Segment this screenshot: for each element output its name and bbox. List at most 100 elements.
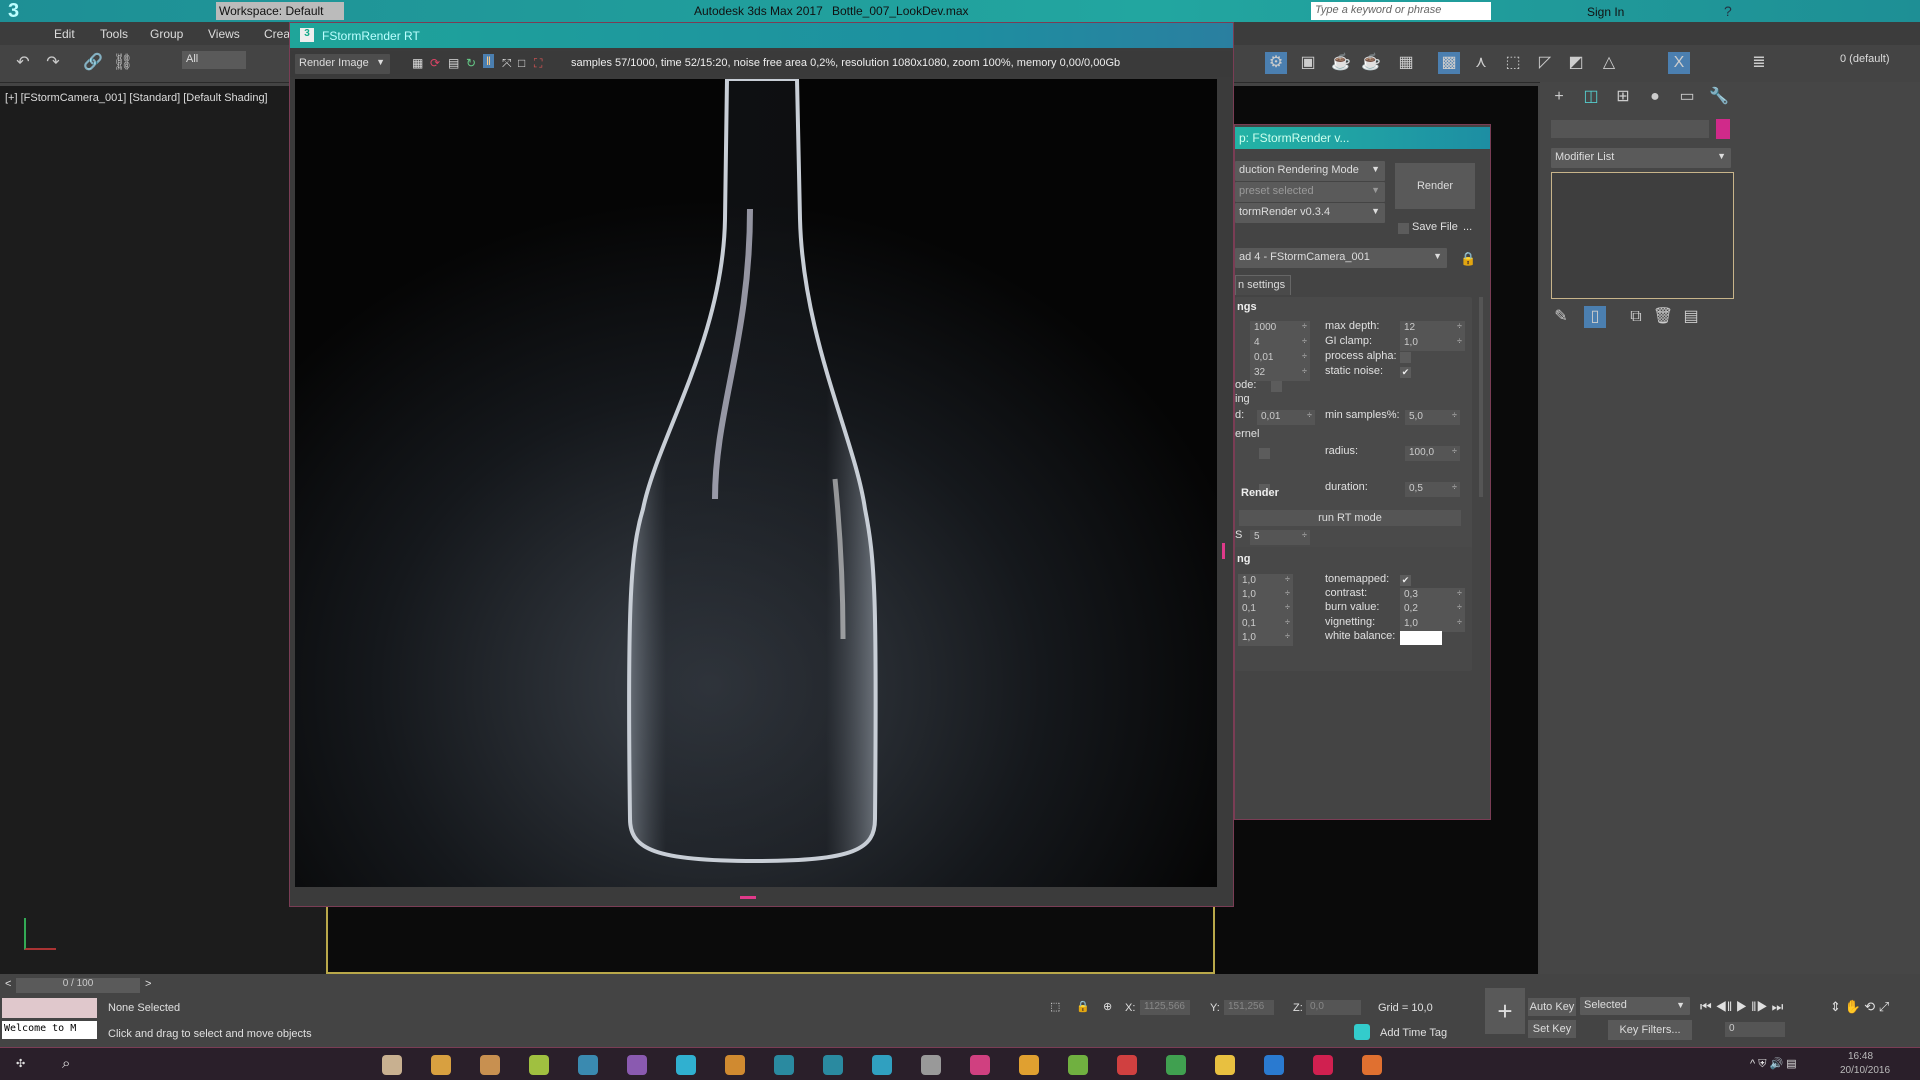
link-icon[interactable]: 🔗 — [82, 52, 104, 74]
cortana-icon[interactable] — [725, 1055, 745, 1075]
key-filters-button[interactable]: Key Filters... — [1608, 1020, 1692, 1040]
pause-icon[interactable]: ‖ — [483, 54, 494, 68]
utilities-tab-icon[interactable]: 🔧 — [1708, 86, 1730, 108]
region-icon[interactable]: ↻ — [466, 56, 476, 70]
redo-icon[interactable]: ↷ — [42, 52, 64, 74]
display-tab-icon[interactable]: ▭ — [1676, 86, 1698, 108]
pin-stack-icon[interactable]: ✎ — [1550, 306, 1572, 328]
preset-dropdown[interactable]: preset selected ▼ — [1235, 182, 1385, 202]
menu-views[interactable]: Views — [208, 27, 240, 41]
playback-controls[interactable]: ⏮ ◀‖ ▶ ‖▶ ⏭ — [1700, 999, 1783, 1015]
absolute-mode-icon[interactable]: ⊕ — [1103, 1000, 1112, 1013]
threshold-field[interactable]: 0,01 ÷ — [1257, 410, 1315, 425]
time-prev-button[interactable]: < — [5, 978, 11, 990]
render-setup-icon[interactable]: ⚙ — [1265, 52, 1287, 74]
save-image-icon[interactable]: ▦ — [412, 56, 423, 70]
edge-icon[interactable] — [1264, 1055, 1284, 1075]
save-file-checkbox[interactable] — [1398, 223, 1409, 234]
object-name-field[interactable] — [1551, 120, 1709, 138]
x-coordinate-field[interactable]: 1125,566 — [1140, 1000, 1190, 1015]
burn-value-field[interactable]: 0,2 ÷ — [1400, 602, 1465, 617]
reader-icon[interactable] — [1117, 1055, 1137, 1075]
fit-icon[interactable]: ⤧ — [502, 56, 512, 71]
notes-icon[interactable] — [480, 1055, 500, 1075]
field-4[interactable]: 32 ÷ — [1250, 366, 1310, 381]
browse-button[interactable]: ... — [1463, 221, 1472, 233]
current-frame-field[interactable]: 0 — [1725, 1022, 1785, 1037]
file-icon[interactable] — [382, 1055, 402, 1075]
s-field[interactable]: 5 ÷ — [1250, 530, 1310, 545]
viewer-icon[interactable] — [1362, 1055, 1382, 1075]
maxscript-input[interactable]: Welcome to M — [2, 1021, 97, 1039]
tone-field-4[interactable]: 0,1 ÷ — [1238, 617, 1293, 632]
explorer-icon[interactable] — [1215, 1055, 1235, 1075]
crop-icon[interactable]: ⛶ — [534, 56, 542, 71]
tonemapped-checkbox[interactable]: ✔ — [1400, 575, 1411, 586]
menu-create[interactable]: Crea — [264, 27, 290, 41]
hierarchy-tab-icon[interactable]: ⊞ — [1612, 86, 1634, 108]
render-mode-dropdown[interactable]: duction Rendering Mode ▼ — [1235, 161, 1385, 181]
field-2[interactable]: 4 ÷ — [1250, 336, 1310, 351]
app-icon[interactable] — [529, 1055, 549, 1075]
scrollbar-marker[interactable] — [1222, 543, 1225, 559]
lock-icon[interactable]: 🔒 — [1460, 251, 1476, 267]
sign-in-button[interactable]: Sign In — [1587, 5, 1624, 19]
tone-field-5[interactable]: 1,0 ÷ — [1238, 631, 1293, 646]
opera-icon[interactable] — [1313, 1055, 1333, 1075]
key-mode-dropdown[interactable]: Selected ▼ — [1580, 997, 1690, 1015]
object-color-swatch[interactable] — [1716, 119, 1730, 139]
max-depth-field[interactable]: 12 ÷ — [1400, 321, 1465, 336]
search-input[interactable]: Type a keyword or phrase — [1311, 2, 1491, 20]
render-mode-dropdown[interactable]: Render Image ▼ — [295, 54, 390, 74]
tone-field-2[interactable]: 1,0 ÷ — [1238, 588, 1293, 603]
tone-field-3[interactable]: 0,1 ÷ — [1238, 602, 1293, 617]
after-effects-icon[interactable] — [627, 1055, 647, 1075]
modifier-list-dropdown[interactable]: Modifier List ▼ — [1551, 148, 1731, 168]
snap-pivot-icon[interactable]: ⋏ — [1470, 52, 1492, 74]
viewport-nav-icons[interactable]: ⇕ ✋ ⟲ ⤢ — [1830, 999, 1889, 1015]
renderer-dropdown[interactable]: tormRender v0.3.4 ▼ — [1235, 203, 1385, 223]
nuke-icon[interactable] — [1019, 1055, 1039, 1075]
motion-tab-icon[interactable]: ● — [1644, 86, 1666, 108]
photoshop-icon[interactable] — [578, 1055, 598, 1075]
settings-scrollbar[interactable] — [1479, 297, 1483, 497]
layer-dropdown[interactable]: 0 (default) — [1840, 53, 1890, 65]
z-coordinate-field[interactable]: 0,0 — [1306, 1000, 1361, 1015]
evernote-icon[interactable] — [1068, 1055, 1088, 1075]
vignetting-field[interactable]: 1,0 ÷ — [1400, 617, 1465, 632]
static-noise-checkbox[interactable]: ✔ — [1400, 367, 1411, 378]
snap-edge-icon[interactable]: ◸ — [1534, 52, 1556, 74]
start-icon[interactable]: ✣ — [16, 1057, 25, 1070]
rollout-title-render[interactable]: Render — [1241, 487, 1279, 499]
render-icon[interactable]: ☕ — [1330, 52, 1352, 74]
modifier-stack[interactable] — [1551, 172, 1734, 299]
search-icon[interactable]: ⌕ — [62, 1055, 70, 1072]
tool-icon[interactable] — [970, 1055, 990, 1075]
configure-sets-icon[interactable]: ▤ — [1680, 306, 1702, 328]
white-balance-swatch[interactable] — [1400, 631, 1442, 645]
viewport-label[interactable]: [+] [FStormCamera_001] [Standard] [Defau… — [5, 92, 268, 104]
workspace-dropdown[interactable]: Workspace: Default — [216, 2, 344, 20]
modify-tab-icon[interactable]: ◫ — [1580, 86, 1602, 108]
selection-filter-dropdown[interactable]: All — [182, 51, 246, 69]
chrome-icon[interactable] — [431, 1055, 451, 1075]
field-3[interactable]: 0,01 ÷ — [1250, 351, 1310, 366]
maya2-icon[interactable] — [823, 1055, 843, 1075]
time-tag-icon[interactable] — [1354, 1024, 1370, 1040]
render-button[interactable]: Render — [1395, 163, 1475, 209]
create-tab-icon[interactable]: + — [1548, 86, 1570, 108]
snap-face-icon[interactable]: ◩ — [1565, 52, 1587, 74]
snap-tri-icon[interactable]: △ — [1598, 52, 1620, 74]
show-end-result-icon[interactable]: ▯ — [1584, 306, 1606, 328]
time-next-button[interactable]: > — [145, 978, 151, 990]
copy-icon[interactable]: ▤ — [448, 56, 459, 70]
set-key-mode-button[interactable]: + — [1485, 988, 1525, 1034]
render-active-icon[interactable]: ☕ — [1360, 52, 1382, 74]
auto-key-button[interactable]: Auto Key — [1528, 998, 1576, 1016]
contrast-field[interactable]: 0,3 ÷ — [1400, 588, 1465, 603]
mode-checkbox[interactable] — [1271, 381, 1282, 392]
make-unique-icon[interactable]: ⧉ — [1625, 306, 1647, 328]
samples-field[interactable]: 1000 ÷ — [1250, 321, 1310, 336]
radius-field[interactable]: 100,0 ÷ — [1405, 446, 1460, 461]
spotify-icon[interactable] — [1166, 1055, 1186, 1075]
